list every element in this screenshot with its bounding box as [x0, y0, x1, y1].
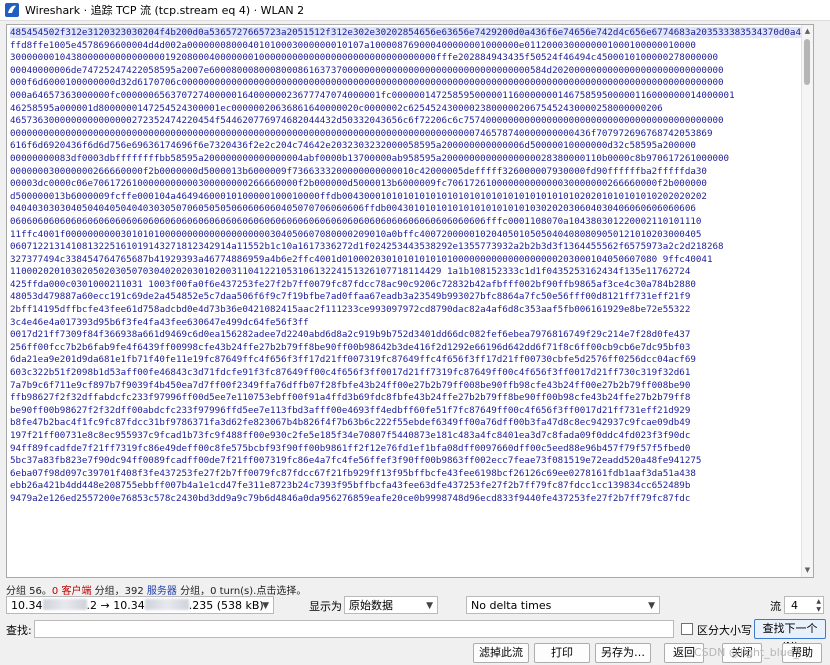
stream-number-label: 流: [770, 600, 781, 613]
request-hex-block: 485454502f312e3120323030204f4b200d0a5365…: [10, 27, 806, 38]
stream-content-area[interactable]: 485454502f312e3120323030204f4b200d0a5365…: [6, 24, 814, 578]
stream-summary: 分组 56。0 客户端 分组，392 服务器 分组，0 turn(s).点击选择…: [6, 582, 306, 597]
title-bar: Wireshark · 追踪 TCP 流 (tcp.stream eq 4) ·…: [0, 0, 830, 21]
conversation-select[interactable]: 10.34 .2 → 10.34 .235 (538 kB) ▼: [6, 596, 274, 614]
conversation-left: 10.34: [11, 599, 43, 612]
find-input[interactable]: [34, 620, 674, 638]
find-label: 查找:: [6, 624, 32, 637]
redacted-ip-block: [42, 599, 87, 610]
scroll-thumb[interactable]: [804, 39, 810, 85]
chevron-down-icon: ▼: [426, 601, 433, 611]
spin-up-icon[interactable]: ▲: [816, 598, 821, 605]
vertical-scrollbar[interactable]: ▲ ▼: [801, 25, 813, 577]
save-as-button[interactable]: 另存为…: [595, 643, 651, 663]
wireshark-fin-icon: [5, 3, 19, 17]
delta-times-value: No delta times: [471, 599, 552, 612]
csdn-watermark: CSDN @light_blue_: [694, 646, 800, 659]
jpeg-hex-block: ffd8ffe1005e4578696600004d4d002a00000008…: [10, 39, 735, 328]
display-as-select[interactable]: 原始数据 ▼: [344, 596, 438, 614]
display-as-label: 显示为: [309, 600, 342, 613]
redacted-ip-block-2: [144, 599, 189, 610]
filter-out-button[interactable]: 滤掉此流: [473, 643, 529, 663]
print-button[interactable]: 打印: [534, 643, 590, 663]
window-title: Wireshark · 追踪 TCP 流 (tcp.stream eq 4) ·…: [25, 4, 305, 17]
find-next-button[interactable]: 查找下一个(N): [754, 619, 826, 653]
conversation-right: .235 (538 kB): [188, 599, 264, 612]
spin-down-icon[interactable]: ▼: [816, 606, 821, 613]
scroll-down-icon[interactable]: ▼: [804, 567, 811, 574]
stream-number-value: 4: [791, 599, 798, 612]
continuation-hex-block: 0017d21ff7309f84f366938a661d9469c6d0ea15…: [10, 329, 702, 504]
case-sensitive-checkbox[interactable]: [681, 623, 693, 635]
case-sensitive-label: 区分大小写: [697, 624, 752, 637]
conversation-middle: .2 → 10.34: [86, 599, 145, 612]
scroll-up-icon[interactable]: ▲: [804, 28, 811, 35]
stream-number-spinbox[interactable]: 4 ▲ ▼: [784, 596, 824, 614]
stream-text[interactable]: 485454502f312e3120323030204f4b200d0a5365…: [10, 27, 806, 506]
delta-times-select[interactable]: No delta times ▼: [466, 596, 660, 614]
chevron-down-icon: ▼: [262, 601, 269, 611]
display-as-value: 原始数据: [349, 599, 393, 612]
find-row: 查找: 区分大小写 查找下一个(N): [6, 619, 826, 653]
chevron-down-icon: ▼: [648, 601, 655, 611]
options-row: 10.34 .2 → 10.34 .235 (538 kB) ▼ 显示为 原始数据 …: [6, 596, 826, 616]
